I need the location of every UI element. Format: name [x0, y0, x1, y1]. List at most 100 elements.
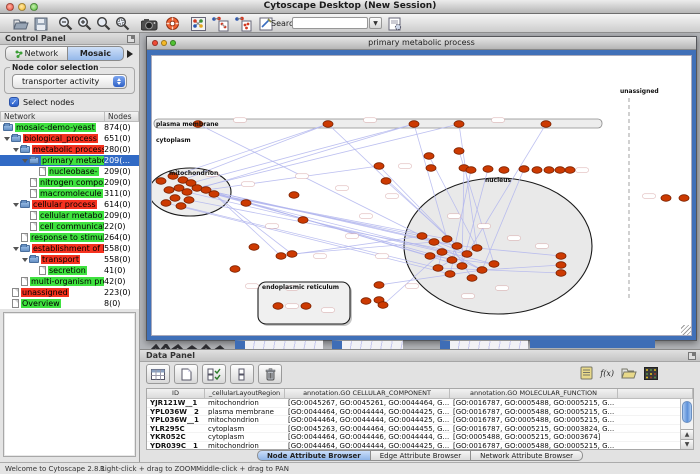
- open-session-button[interactable]: [11, 15, 29, 32]
- network-node[interactable]: [361, 298, 371, 305]
- network-node[interactable]: [424, 153, 434, 160]
- network-node[interactable]: [409, 121, 419, 128]
- network-node[interactable]: [276, 253, 286, 260]
- table-row[interactable]: YDR039C__1mitochondrion[GO:0044464, GO:0…: [147, 442, 693, 450]
- tree-item[interactable]: multi-organism pro42(0): [0, 276, 139, 287]
- network-node[interactable]: [544, 167, 554, 174]
- tree-item[interactable]: secretion41(0): [0, 265, 139, 276]
- network-node[interactable]: [556, 270, 566, 277]
- network-node[interactable]: [445, 271, 455, 278]
- network-node[interactable]: [466, 167, 476, 174]
- compare-networks-button-2[interactable]: [233, 15, 255, 32]
- network-node[interactable]: [374, 163, 384, 170]
- tree-item[interactable]: transport558(0): [0, 254, 139, 265]
- tree-item[interactable]: Overview8(0): [0, 298, 139, 309]
- network-node[interactable]: [170, 195, 180, 202]
- network-node[interactable]: [425, 253, 435, 260]
- network-node[interactable]: [679, 195, 689, 202]
- more-tabs-button[interactable]: [124, 46, 135, 61]
- network-node[interactable]: [454, 148, 464, 155]
- column-header[interactable]: _cellularLayoutRegion: [205, 389, 285, 399]
- zoom-in-button[interactable]: [75, 15, 93, 32]
- network-node[interactable]: [241, 200, 251, 207]
- network-node[interactable]: [472, 245, 482, 252]
- network-node[interactable]: [532, 167, 542, 174]
- disclosure-triangle-icon[interactable]: [4, 137, 10, 141]
- snapshot-button[interactable]: [140, 15, 158, 32]
- network-node[interactable]: [433, 265, 443, 272]
- float-panel-icon[interactable]: [127, 35, 135, 43]
- help-button[interactable]: [163, 15, 181, 32]
- import-folder-icon[interactable]: [621, 367, 637, 379]
- new-attribute-button[interactable]: [174, 364, 198, 384]
- tree-item[interactable]: primary metabo209(...: [0, 155, 139, 166]
- table-row[interactable]: YPL036W__1mitochondrion[GO:0044464, GO:0…: [147, 416, 693, 425]
- network-node[interactable]: [323, 121, 333, 128]
- tab-edge-attribute-browser[interactable]: Edge Attribute Browser: [371, 450, 471, 461]
- tree-header-nodes[interactable]: Nodes: [105, 111, 139, 122]
- network-node[interactable]: [447, 257, 457, 264]
- search-options-button[interactable]: [386, 15, 404, 32]
- network-node[interactable]: [164, 187, 174, 194]
- column-header[interactable]: annotation.GO MOLECULAR_FUNCTION: [450, 389, 618, 399]
- annotation-pad-icon[interactable]: [580, 366, 593, 380]
- network-node[interactable]: [287, 251, 297, 258]
- network-node[interactable]: [556, 253, 566, 260]
- network-node[interactable]: [381, 178, 391, 185]
- network-node[interactable]: [477, 267, 487, 274]
- tree-header-network[interactable]: Network: [0, 111, 105, 122]
- tree-item[interactable]: nitrogen compo209(0): [0, 177, 139, 188]
- network-node[interactable]: [556, 262, 566, 269]
- network-edge[interactable]: [197, 124, 459, 188]
- scroll-down-button[interactable]: ▼: [681, 439, 693, 449]
- network-node[interactable]: [452, 243, 462, 250]
- network-node[interactable]: [230, 266, 240, 273]
- network-node[interactable]: [298, 217, 308, 224]
- network-node[interactable]: [209, 191, 219, 198]
- network-node[interactable]: [541, 121, 551, 128]
- select-nodes-checkbox[interactable]: ✓: [9, 97, 19, 107]
- search-dropdown-button[interactable]: ▼: [369, 17, 382, 29]
- network-node[interactable]: [467, 275, 477, 282]
- network-node[interactable]: [489, 261, 499, 268]
- scrollbar-thumb[interactable]: [682, 401, 692, 423]
- disclosure-triangle-icon[interactable]: [22, 258, 28, 262]
- network-node[interactable]: [442, 236, 452, 243]
- network-node[interactable]: [426, 165, 436, 172]
- network-node[interactable]: [156, 178, 166, 185]
- tab-node-attribute-browser[interactable]: Node Attribute Browser: [257, 450, 371, 461]
- column-header[interactable]: annotation.GO CELLULAR_COMPONENT: [285, 389, 450, 399]
- column-header[interactable]: ID: [147, 389, 205, 399]
- tab-network-attribute-browser[interactable]: Network Attribute Browser: [471, 450, 583, 461]
- network-node[interactable]: [555, 167, 565, 174]
- tree-item[interactable]: unassigned223(0): [0, 287, 139, 298]
- network-node[interactable]: [454, 121, 464, 128]
- float-panel-icon[interactable]: [688, 352, 696, 360]
- tree-item[interactable]: metabolic process280(0): [0, 144, 139, 155]
- network-node[interactable]: [161, 200, 171, 207]
- network-node[interactable]: [457, 263, 467, 270]
- table-row[interactable]: YLR295Ccytoplasm[GO:0045263, GO:0044464,…: [147, 425, 693, 434]
- delete-attribute-button[interactable]: [258, 364, 282, 384]
- table-row[interactable]: YPL036W__2plasma membrane[GO:0044464, GO…: [147, 408, 693, 417]
- table-scrollbar[interactable]: ▲ ▼: [680, 399, 693, 449]
- zoom-out-button[interactable]: [56, 15, 74, 32]
- tree-item[interactable]: establishment of lo558(0): [0, 243, 139, 254]
- network-node[interactable]: [565, 167, 575, 174]
- select-attributes-button[interactable]: [202, 364, 226, 384]
- network-node[interactable]: [483, 166, 493, 173]
- network-node[interactable]: [374, 282, 384, 289]
- tree-item[interactable]: cell communicat22(0): [0, 221, 139, 232]
- network-node[interactable]: [176, 203, 186, 210]
- network-node[interactable]: [184, 197, 194, 204]
- tree-item[interactable]: nucleobase-209(0): [0, 166, 139, 177]
- network-node[interactable]: [249, 244, 259, 251]
- tree-item[interactable]: biological_process651(0): [0, 133, 139, 144]
- resize-grip[interactable]: [681, 325, 691, 335]
- tree-item[interactable]: macromolecule311(0): [0, 188, 139, 199]
- network-node[interactable]: [417, 233, 427, 240]
- zoom-fit-button[interactable]: [94, 15, 112, 32]
- network-graph[interactable]: plasma membranecytoplasmmitochondrionnuc…: [152, 56, 692, 336]
- node-color-dropdown[interactable]: transporter activity: [12, 74, 127, 89]
- compare-networks-button-1[interactable]: [210, 15, 232, 32]
